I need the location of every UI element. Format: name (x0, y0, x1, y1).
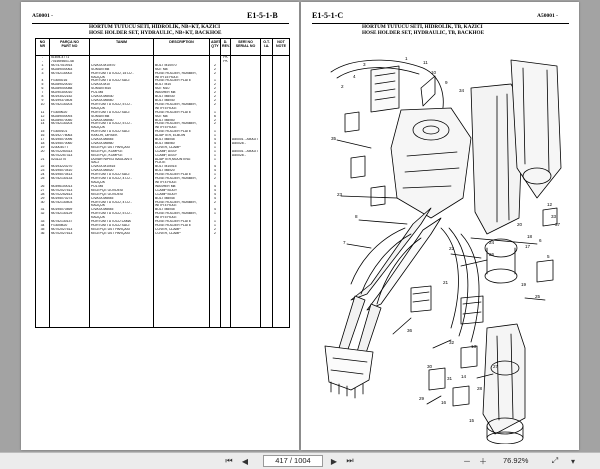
callout-label: 19 (521, 282, 527, 287)
callout-label: 14 (461, 374, 467, 379)
last-page-icon[interactable]: ⏭ (343, 455, 357, 467)
callout-label: 21 (443, 280, 449, 285)
callout-label: 18 (527, 234, 533, 239)
page-code: A50001 - (32, 13, 53, 19)
callout-label: 20 (517, 222, 523, 227)
title-english: HOSE HOLDER SET, HYDRAULIC, NB+KT, BACKH… (89, 30, 222, 36)
column-header: SERİ NO SERIAL NO (230, 38, 261, 56)
fit-icon[interactable]: ⤢ (548, 455, 562, 467)
callout-label: 25 (535, 294, 541, 299)
callout-label: 33 (551, 214, 557, 219)
column-header: D. REV. (220, 38, 231, 56)
callout-label: 27 (493, 364, 499, 369)
zoom-out-icon[interactable]: － (460, 455, 474, 467)
column-header: O.T. I.A. (260, 38, 273, 56)
parts-table: NO NR PARÇA NO PART NO TANIM DESCRIPTION ADE… (35, 38, 290, 329)
zoom-in-icon[interactable]: ＋ (476, 455, 490, 467)
exploded-parts-diagram: 3421111093435237822212624201817192565333… (324, 56, 562, 444)
prev-page-icon[interactable]: ◀ (238, 455, 252, 467)
callout-label: 35 (331, 136, 337, 141)
zoom-level[interactable]: 76.92% (503, 456, 528, 465)
callout-label: 29 (419, 396, 425, 401)
section-number: E1-5-1-C (312, 11, 344, 20)
callout-label: 15 (469, 418, 475, 423)
first-page-icon[interactable]: ⏮ (222, 455, 236, 467)
callout-label: 1 (405, 56, 408, 61)
section-number: E1-5-1-B (247, 11, 278, 20)
page-number-input[interactable]: 417 / 1004 (263, 455, 323, 467)
callout-label: 7 (343, 240, 346, 245)
callout-label: 26 (489, 252, 495, 257)
column-header: PARÇA NO PART NO (49, 38, 90, 56)
callout-label: 3 (363, 62, 366, 67)
callout-label: 9 (445, 80, 448, 85)
callout-label: 10 (431, 70, 437, 75)
column-header: DESCRIPTION (153, 38, 210, 56)
callout-label: 16 (441, 400, 447, 405)
callout-label: 24 (489, 240, 495, 245)
callout-label: 34 (459, 88, 465, 93)
callout-label: 30 (427, 364, 433, 369)
column-header: NO NR (35, 38, 50, 56)
catalog-page-left: A50001 - E1-5-1-B HORTUM TUTUCU SETİ, Hİ… (21, 2, 299, 450)
callout-label: 2 (341, 84, 344, 89)
table-blank-area (35, 235, 290, 329)
next-page-icon[interactable]: ▶ (327, 455, 341, 467)
document-viewer[interactable]: A50001 - E1-5-1-B HORTUM TUTUCU SETİ, Hİ… (0, 0, 600, 452)
column-header: TANIM (89, 38, 154, 56)
callout-label: 36 (407, 328, 413, 333)
callout-label: 13 (471, 344, 477, 349)
callout-label: 8 (355, 214, 358, 219)
title-english: HOSE HOLDER SET, HYDRAULIC, TB, BACKHOE (362, 30, 485, 36)
catalog-page-right: E1-5-1-C A50001 - HORTUM TUTUCU SETİ, Hİ… (301, 2, 579, 450)
callout-label: 37 (555, 222, 561, 227)
page-code: A50001 - (537, 13, 558, 19)
callout-label: 11 (423, 60, 428, 65)
column-header: ADET QTY (209, 38, 221, 56)
parts-table-header: NO NR PARÇA NO PART NO TANIM DESCRIPTION ADE… (35, 38, 290, 56)
callout-label: 28 (477, 386, 483, 391)
callout-label: 22 (449, 246, 455, 251)
viewer-toolbar: ⏮ ◀ 417 / 1004 ▶ ⏭ － ＋ 76.92% ⤢ ▾ (0, 452, 600, 469)
callout-label: 6 (539, 238, 542, 243)
callout-label: 17 (525, 244, 531, 249)
menu-icon[interactable]: ▾ (566, 455, 580, 467)
callout-label: 4 (353, 74, 356, 79)
callout-label: 31 (447, 376, 453, 381)
callout-label: 12 (547, 202, 553, 207)
callout-label: 32 (449, 340, 455, 345)
column-header: NOT NOTE (272, 38, 290, 56)
callout-label: 23 (337, 192, 343, 197)
callout-label: 5 (547, 254, 550, 259)
